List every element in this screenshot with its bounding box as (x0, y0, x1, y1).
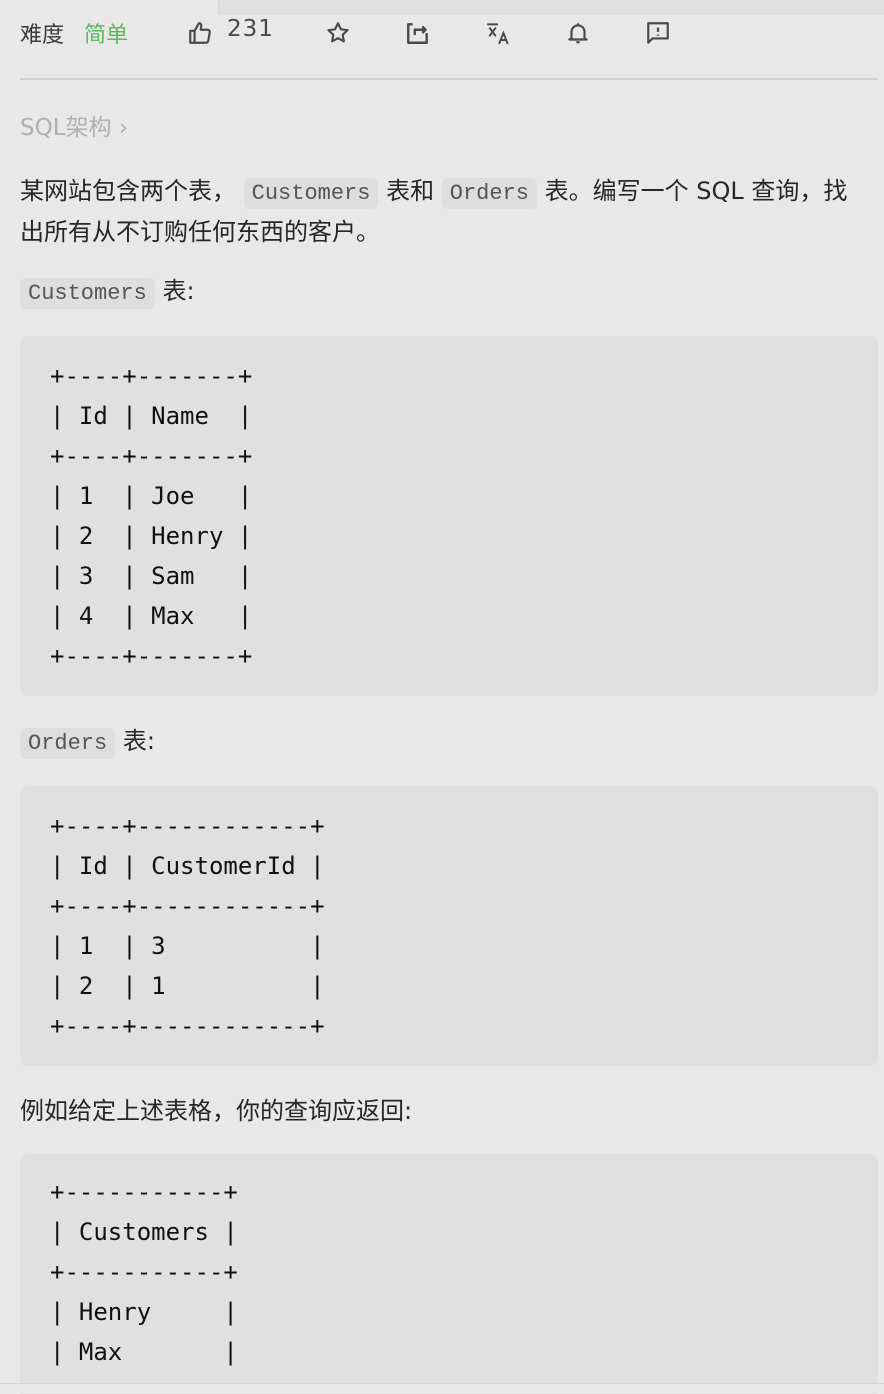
table-line: | Customers | (50, 1218, 238, 1246)
table-line: | 1 | 3 | (50, 932, 325, 960)
share-icon[interactable] (403, 18, 433, 48)
table-line: | Henry | (50, 1298, 238, 1326)
star-icon[interactable] (323, 18, 353, 48)
description-text: 表和 (386, 177, 435, 205)
table-line: | Id | CustomerId | (50, 852, 325, 880)
problem-description: 某网站包含两个表， Customers 表和 Orders 表。编写一个 SQL… (20, 172, 870, 251)
customers-caption: Customers 表: (20, 272, 870, 313)
inline-code-customers: Customers (20, 278, 155, 309)
difficulty-value: 简单 (84, 23, 129, 48)
top-strip (218, 0, 884, 14)
table-line: | 1 | Joe | (50, 482, 253, 510)
result-table-block: +-----------+ | Customers | +-----------… (20, 1154, 878, 1394)
example-text: 例如给定上述表格，你的查询应返回: (20, 1097, 413, 1125)
inline-code-orders: Orders (441, 178, 537, 209)
description-text: 某网站包含两个表， (20, 177, 236, 205)
problem-toolbar: 难度 简单 231 (20, 14, 880, 52)
caption-text: 表: (122, 727, 155, 755)
breadcrumb-sql-schema[interactable]: SQL架构 › (20, 108, 128, 142)
table-line: | Max | (50, 1338, 238, 1366)
feedback-icon[interactable] (643, 18, 673, 48)
table-line: +-----------+ (50, 1258, 238, 1286)
translate-icon[interactable] (483, 18, 513, 48)
table-line: +----+------------+ (50, 892, 325, 920)
table-line: +----+------------+ (50, 1012, 325, 1040)
like-count: 231 (227, 16, 274, 42)
table-line: +----+------------+ (50, 812, 325, 840)
table-line: | 4 | Max | (50, 602, 253, 630)
table-line: | 2 | Henry | (50, 522, 253, 550)
divider (20, 78, 878, 80)
orders-caption: Orders 表: (20, 722, 870, 763)
table-line: | 2 | 1 | (50, 972, 325, 1000)
table-line: +-----------+ (50, 1178, 238, 1206)
table-line: +----+-------+ (50, 442, 253, 470)
caption-text: 表: (162, 277, 195, 305)
table-line: | 3 | Sam | (50, 562, 253, 590)
orders-table-block: +----+------------+ | Id | CustomerId | … (20, 786, 878, 1066)
table-line: +----+-------+ (50, 642, 253, 670)
difficulty-label: 难度 (20, 23, 65, 48)
inline-code-customers: Customers (243, 178, 379, 209)
bell-icon[interactable] (563, 18, 593, 48)
table-line: +----+-------+ (50, 362, 253, 390)
thumbs-up-icon[interactable] (185, 18, 215, 48)
inline-code-orders: Orders (20, 728, 116, 759)
customers-table-block: +----+-------+ | Id | Name | +----+-----… (20, 336, 878, 696)
table-line: | Id | Name | (50, 402, 253, 430)
